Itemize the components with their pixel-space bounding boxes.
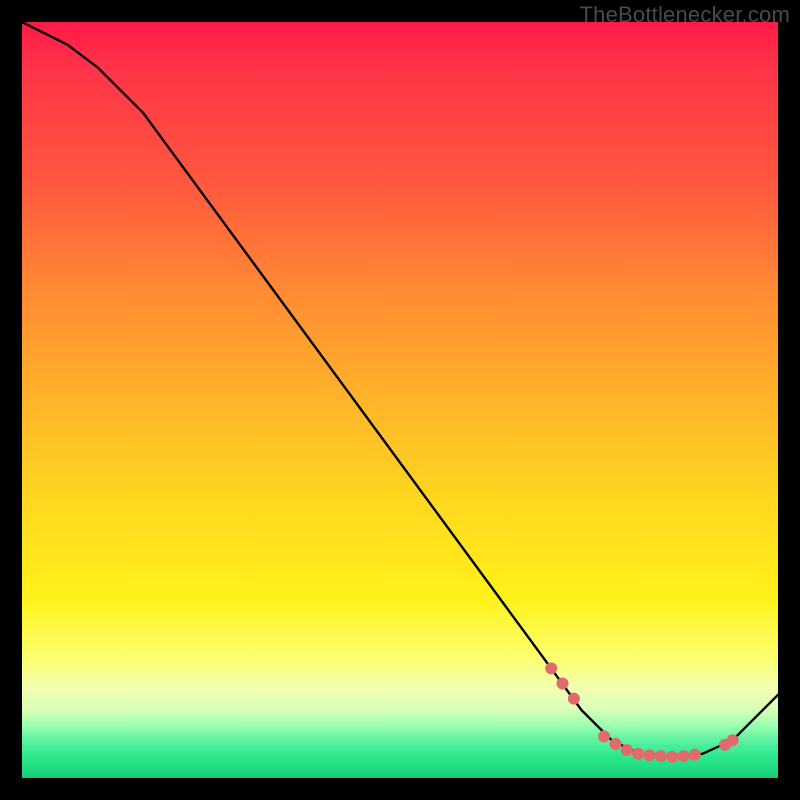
data-marker <box>678 750 690 762</box>
plot-area <box>22 22 778 778</box>
bottleneck-curve <box>22 22 778 757</box>
data-marker <box>655 750 667 762</box>
data-marker <box>568 693 580 705</box>
data-marker <box>666 751 678 763</box>
data-marker <box>727 734 739 746</box>
chart-svg <box>22 22 778 778</box>
data-marker <box>621 744 633 756</box>
data-marker <box>598 730 610 742</box>
watermark-text: TheBottlenecker.com <box>580 2 790 28</box>
data-marker <box>610 738 622 750</box>
data-marker <box>557 678 569 690</box>
marker-group <box>545 662 738 762</box>
data-marker <box>632 748 644 760</box>
data-marker <box>545 662 557 674</box>
data-marker <box>689 749 701 761</box>
data-marker <box>644 749 656 761</box>
chart-frame: TheBottlenecker.com <box>0 0 800 800</box>
